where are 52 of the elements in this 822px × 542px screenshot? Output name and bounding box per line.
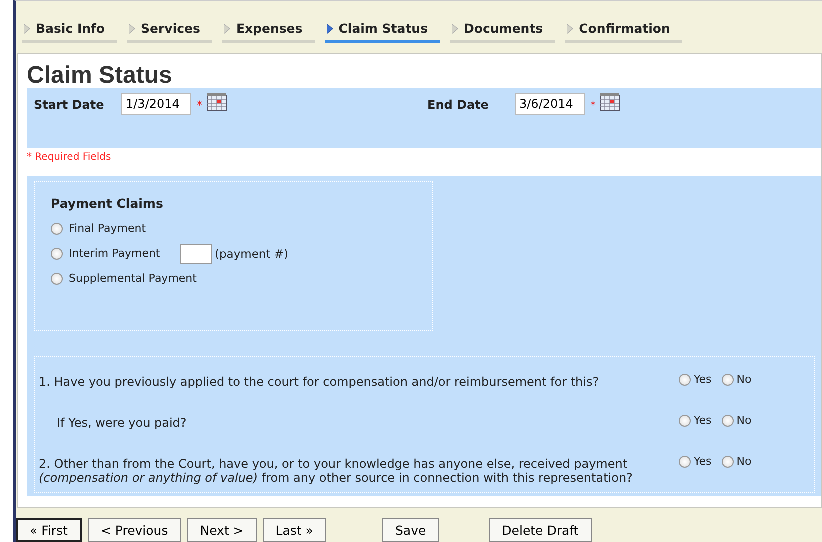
radio-button[interactable] [679,456,691,468]
option-label: No [736,373,752,386]
date-label: End Date [428,97,490,112]
triangle-icon [567,24,574,34]
option-label: Supplemental Payment [69,272,197,285]
calendar-icon[interactable] [600,93,620,111]
option-label: No [736,455,752,468]
nav-button[interactable]: < Previous [88,518,182,542]
option-label: Interim Payment [69,247,162,260]
triangle-icon [224,24,230,34]
radio-button[interactable] [51,272,63,284]
radio-button[interactable] [722,374,734,386]
option-label: Final Payment [69,222,148,235]
page-title: Claim Status [27,64,174,88]
required-mark: * [590,99,596,112]
question-text: 1. Have you previously applied to the court for compensation and/or reimbursement for this? [39,374,600,389]
date-field[interactable]: 3/6/2014 [514,93,584,115]
nav-button[interactable]: « First [16,518,82,542]
radio-button[interactable] [679,414,691,426]
triangle-icon [326,24,333,34]
tab[interactable]: Claim Status [324,17,440,43]
triangle-icon [24,24,30,34]
required-note: * Required Fields [27,151,112,165]
tab[interactable]: Services [127,17,212,43]
nav-button[interactable]: Last » [262,518,326,542]
date-label: Start Date [34,97,106,112]
tab[interactable]: Confirmation [565,17,682,43]
radio-button[interactable] [51,222,63,234]
option-label: No [736,414,752,427]
calendar-icon[interactable] [206,93,226,111]
triangle-icon [452,24,458,34]
nav-button[interactable]: Delete Draft [489,518,592,542]
option-label: Yes [694,414,712,427]
radio-button[interactable] [51,248,63,260]
date-field[interactable]: 1/3/2014 [121,93,191,115]
required-mark: * [197,99,202,112]
radio-button[interactable] [722,456,734,468]
radio-button[interactable] [722,414,734,426]
option-label: Yes [694,455,712,468]
option-label: Yes [694,373,712,386]
tab[interactable]: Documents [450,17,556,43]
payment-number-field[interactable] [180,244,212,264]
question-text: If Yes, were you paid? [56,415,188,430]
tab[interactable]: Expenses [222,17,315,43]
section-heading: Payment Claims [51,196,164,211]
radio-button[interactable] [679,374,691,386]
triangle-icon [129,24,136,34]
question-text: 2. Other than from the Court, have you, or to your knowledge has anyone else, received payment (compensation or anything of value) from any other source in connection with this representation? [39,456,634,485]
nav-button[interactable]: Save [382,518,440,542]
tab[interactable]: Basic Info [22,17,118,43]
field-hint: (payment #) [215,246,288,260]
nav-button[interactable]: Next > [187,518,257,542]
